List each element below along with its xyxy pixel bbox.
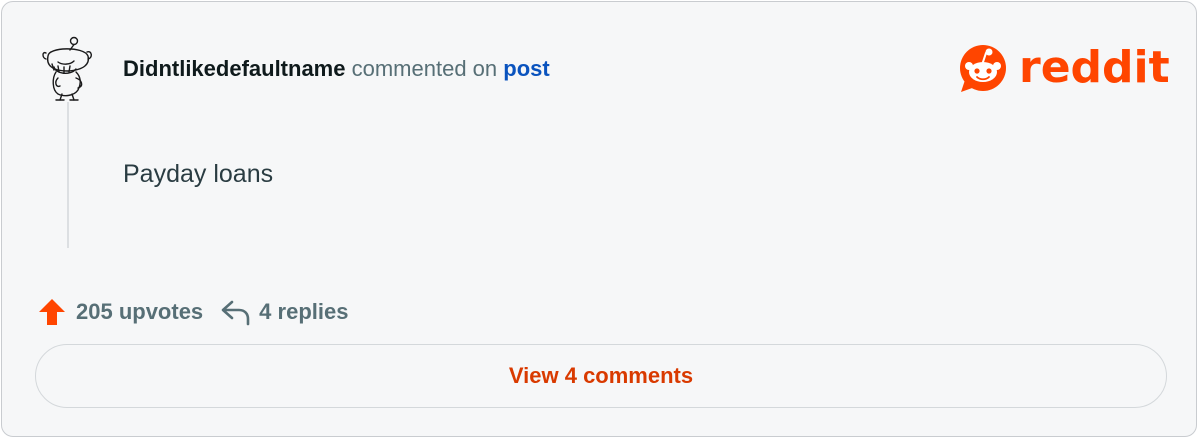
snoo-avatar[interactable] xyxy=(40,34,92,102)
replies-count: 4 replies xyxy=(259,299,349,324)
reddit-logo[interactable]: reddit xyxy=(957,42,1170,94)
view-comments-button[interactable]: View 4 comments xyxy=(35,344,1167,408)
comment-header: Didntlikedefaultname commented on post xyxy=(123,55,550,83)
reply-arrow-icon xyxy=(219,296,251,328)
post-link[interactable]: post xyxy=(503,56,549,81)
comment-body: Payday loans xyxy=(123,160,274,188)
upvotes-stat[interactable]: 205 upvotes xyxy=(36,296,203,328)
snoo-avatar-icon xyxy=(42,36,92,101)
replies-stat[interactable]: 4 replies xyxy=(219,296,348,328)
username-link[interactable]: Didntlikedefaultname xyxy=(123,56,345,81)
action-text: commented on xyxy=(351,56,498,81)
reddit-wordmark: reddit xyxy=(1019,42,1170,93)
thread-line xyxy=(67,102,69,248)
comment-embed-card: Didntlikedefaultname commented on post r… xyxy=(1,1,1197,437)
comment-stats: 205 upvotes 4 replies xyxy=(36,294,348,330)
reddit-snoo-logo-icon xyxy=(960,45,1006,92)
upvote-arrow-icon xyxy=(36,296,68,328)
upvotes-count: 205 upvotes xyxy=(76,299,204,324)
